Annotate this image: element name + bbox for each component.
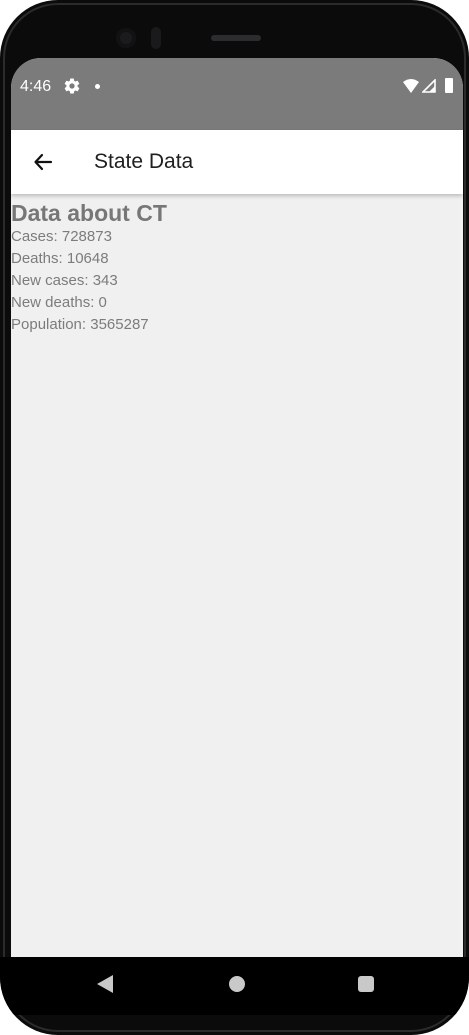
new-deaths-text: New deaths: 0 [11,294,107,311]
population-text: Population: 3565287 [11,316,149,333]
status-bar: 4:46 [11,58,463,130]
status-time: 4:46 [20,78,52,95]
cellular-signal-icon [422,79,436,93]
triangle-back-icon[interactable] [97,975,113,993]
new-cases-text: New cases: 343 [11,272,118,289]
circle-home-icon[interactable] [229,976,245,992]
earpiece-speaker [211,35,261,41]
square-recents-icon[interactable] [358,976,374,992]
state-heading: Data about CT [11,200,167,226]
page-title: State Data [94,150,194,173]
battery-icon [445,78,453,93]
wifi-icon [403,79,419,93]
state-data-content: Data about CT Cases: 728873 Deaths: 1064… [11,200,463,336]
front-camera [116,28,136,48]
app-bar: State Data [11,130,463,194]
back-button[interactable] [25,144,61,180]
screen: 4:46 State Data Data about CT Cases: 728… [11,58,463,1012]
gear-icon [64,78,80,94]
arrow-back-icon [34,153,53,171]
proximity-sensor [151,27,161,49]
deaths-text: Deaths: 10648 [11,250,109,267]
notification-dot-icon [95,84,100,89]
phone-frame: 4:46 State Data Data about CT Cases: 728… [0,0,469,1035]
cases-text: Cases: 728873 [11,228,112,245]
system-navigation-bar [0,957,469,1015]
